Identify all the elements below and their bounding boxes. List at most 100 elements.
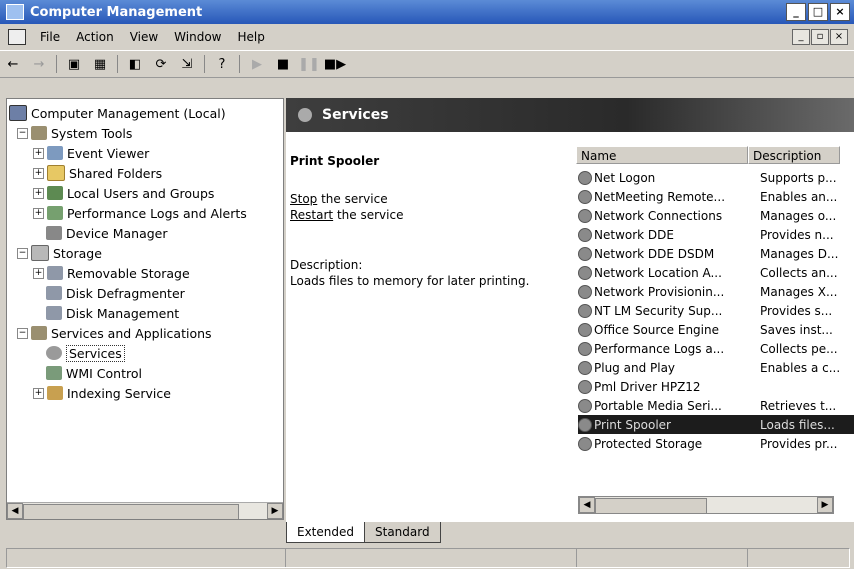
tree-item-disk-management[interactable]: Disk Management (46, 303, 179, 323)
close-button[interactable]: × (830, 3, 850, 21)
expand-icon[interactable]: + (33, 387, 44, 399)
menu-file[interactable]: File (32, 30, 68, 44)
properties-icon[interactable]: ◧ (124, 54, 146, 74)
child-minimize-button[interactable]: _ (792, 29, 810, 45)
stop-service-icon[interactable]: ■ (272, 54, 294, 74)
menu-help[interactable]: Help (230, 30, 273, 44)
service-gear-icon (578, 436, 592, 451)
service-description: Enables a c... (760, 360, 841, 375)
menu-window[interactable]: Window (166, 30, 229, 44)
services-applications-icon (31, 326, 47, 340)
help-icon[interactable]: ? (211, 54, 233, 74)
services-gear-icon (298, 108, 312, 122)
document-icon[interactable] (8, 29, 26, 45)
list-row[interactable]: NetMeeting Remote... Enables an... (578, 187, 854, 206)
list-row[interactable]: Protected Storage Provides pr... (578, 434, 854, 453)
child-restore-button[interactable]: ▫ (811, 29, 829, 45)
forward-icon[interactable]: → (28, 54, 50, 74)
tree-item-label: Services and Applications (51, 325, 212, 341)
service-name: NT LM Security Sup... (594, 303, 723, 318)
tree-item-storage[interactable]: − Storage (17, 243, 102, 263)
child-close-button[interactable]: × (830, 29, 848, 45)
column-header-name[interactable]: Name (576, 146, 748, 164)
restart-service-icon[interactable]: ■▶ (324, 54, 346, 74)
collapse-icon[interactable]: − (17, 327, 28, 339)
tree-item-shared-folders[interactable]: + Shared Folders (33, 163, 162, 183)
list-row[interactable]: NT LM Security Sup... Provides s... (578, 301, 854, 320)
tree-item-label: Device Manager (66, 225, 168, 241)
service-gear-icon (578, 246, 592, 261)
list-row[interactable]: Office Source Engine Saves inst... (578, 320, 854, 339)
list-row[interactable]: Network DDE DSDM Manages D... (578, 244, 854, 263)
tree-item-performance-logs[interactable]: + Performance Logs and Alerts (33, 203, 247, 223)
tree-item-removable-storage[interactable]: + Removable Storage (33, 263, 190, 283)
services-list[interactable]: Name Description Net Logon Supports p... N… (574, 132, 854, 522)
pause-service-icon[interactable]: ❚❚ (298, 54, 320, 74)
tab-extended[interactable]: Extended (286, 522, 365, 543)
minimize-button[interactable]: _ (786, 3, 806, 21)
list-horizontal-scrollbar[interactable]: ◀ ▶ (578, 496, 834, 514)
menu-view[interactable]: View (122, 30, 166, 44)
console-tree[interactable]: Computer Management (Local) − System Too… (6, 98, 284, 520)
scrollbar-thumb[interactable] (23, 504, 239, 519)
tree-item-services[interactable]: Services (46, 343, 125, 363)
restart-link-text[interactable]: Restart (290, 208, 333, 222)
list-row[interactable]: Net Logon Supports p... (578, 168, 854, 187)
show-hide-tree-icon[interactable]: ▦ (89, 54, 111, 74)
restart-service-link[interactable]: Restart the service (290, 208, 403, 222)
back-icon[interactable]: ← (2, 54, 24, 74)
list-row[interactable]: Plug and Play Enables a c... (578, 358, 854, 377)
scroll-right-icon[interactable]: ▶ (817, 497, 833, 513)
service-name: Plug and Play (594, 360, 676, 375)
tree-item-services-and-applications[interactable]: − Services and Applications (17, 323, 212, 343)
stop-service-link[interactable]: Stop the service (290, 192, 388, 206)
scroll-left-icon[interactable]: ◀ (7, 503, 23, 519)
tree-item-label: Performance Logs and Alerts (67, 205, 247, 221)
service-name: NetMeeting Remote... (594, 189, 726, 204)
tree-horizontal-scrollbar[interactable]: ◀ ▶ (7, 502, 283, 519)
scroll-left-icon[interactable]: ◀ (579, 497, 595, 513)
description-text: Loads files to memory for later printing… (290, 274, 530, 288)
service-description: Collects pe... (760, 341, 838, 356)
list-row[interactable]: Performance Logs a... Collects pe... (578, 339, 854, 358)
menu-action[interactable]: Action (68, 30, 122, 44)
column-header-description[interactable]: Description (748, 146, 840, 164)
scrollbar-thumb[interactable] (595, 498, 707, 514)
list-row[interactable]: Network Provisionin... Manages X... (578, 282, 854, 301)
expand-icon[interactable]: + (33, 147, 44, 159)
menu-bar: File Action View Window Help _ ▫ × (0, 26, 854, 48)
maximize-button[interactable]: □ (808, 3, 828, 21)
performance-icon (47, 206, 63, 220)
tree-item-disk-defragmenter[interactable]: Disk Defragmenter (46, 283, 185, 303)
expand-icon[interactable]: + (33, 187, 44, 199)
tab-standard[interactable]: Standard (364, 522, 441, 543)
list-row[interactable]: Print Spooler Loads files... (578, 415, 854, 434)
stop-link-text[interactable]: Stop (290, 192, 317, 206)
collapse-icon[interactable]: − (17, 247, 28, 259)
header-title: Services (322, 107, 389, 123)
tree-item-system-tools[interactable]: − System Tools (17, 123, 132, 143)
expand-icon[interactable]: + (33, 267, 44, 279)
tree-item-device-manager[interactable]: Device Manager (46, 223, 168, 243)
service-description: Enables an... (760, 189, 838, 204)
collapse-icon[interactable]: − (17, 127, 28, 139)
start-service-icon[interactable]: ▶ (246, 54, 268, 74)
tree-item-wmi-control[interactable]: WMI Control (46, 363, 142, 383)
tree-item-local-users[interactable]: + Local Users and Groups (33, 183, 214, 203)
expand-icon[interactable]: + (33, 207, 44, 219)
refresh-icon[interactable]: ⟳ (150, 54, 172, 74)
list-row[interactable]: Network Connections Manages o... (578, 206, 854, 225)
service-name: Portable Media Seri... (594, 398, 722, 413)
up-level-icon[interactable]: ▣ (63, 54, 85, 74)
tree-item-indexing-service[interactable]: + Indexing Service (33, 383, 171, 403)
export-list-icon[interactable]: ⇲ (176, 54, 198, 74)
tree-item-event-viewer[interactable]: + Event Viewer (33, 143, 149, 163)
list-row[interactable]: Network DDE Provides n... (578, 225, 854, 244)
list-row[interactable]: Portable Media Seri... Retrieves t... (578, 396, 854, 415)
list-row[interactable]: Pml Driver HPZ12 (578, 377, 854, 396)
list-row[interactable]: Network Location A... Collects an... (578, 263, 854, 282)
scroll-right-icon[interactable]: ▶ (267, 503, 283, 519)
tree-item-label: Removable Storage (67, 265, 190, 281)
expand-icon[interactable]: + (33, 167, 44, 179)
tree-item-root[interactable]: Computer Management (Local) (9, 103, 226, 123)
